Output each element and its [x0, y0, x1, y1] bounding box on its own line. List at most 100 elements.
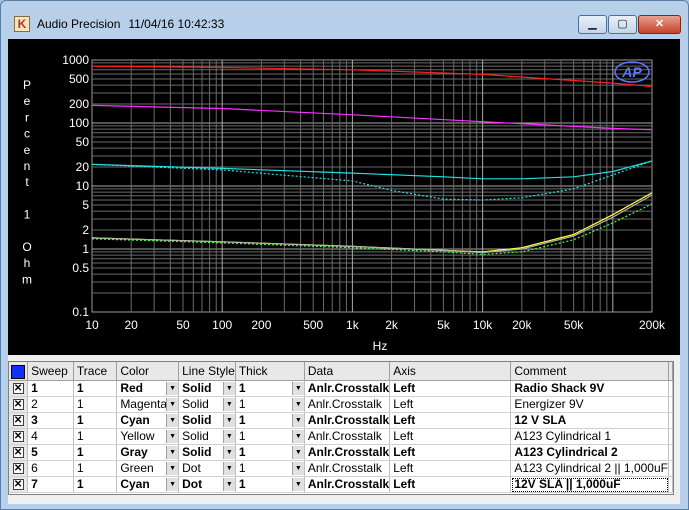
- cell-color[interactable]: Gray ▼: [116, 444, 180, 461]
- cell-data[interactable]: Anlr.Crosstalk: [304, 380, 391, 397]
- cell-sweep[interactable]: 6: [27, 460, 74, 477]
- graph-panel[interactable]: 1000 500 200 100 50 20 10 5 2 1 0.5 0.1 10 20 50 100 200…: [8, 39, 680, 355]
- maximize-button[interactable]: ▢: [608, 15, 637, 34]
- dropdown-arrow-icon[interactable]: ▼: [166, 446, 178, 459]
- column-header[interactable]: Trace: [73, 362, 118, 381]
- row-enable-cell[interactable]: ✕: [9, 476, 29, 493]
- dropdown-arrow-icon[interactable]: ▼: [222, 462, 235, 475]
- cell-color[interactable]: Magenta ▼: [116, 396, 180, 413]
- cell-thick[interactable]: 1 ▼: [235, 412, 305, 429]
- cell-axis[interactable]: Left: [389, 412, 512, 429]
- cell-data[interactable]: Anlr.Crosstalk: [304, 396, 391, 413]
- dropdown-arrow-icon[interactable]: ▼: [166, 398, 178, 411]
- cell-data[interactable]: Anlr.Crosstalk: [304, 460, 391, 477]
- cell-color[interactable]: Cyan ▼: [116, 476, 180, 493]
- cell-sweep[interactable]: 7: [27, 476, 74, 493]
- column-header[interactable]: Thick: [235, 362, 305, 381]
- cell-thick[interactable]: 1 ▼: [235, 476, 305, 493]
- row-enable-checkbox[interactable]: ✕: [12, 399, 24, 411]
- cell-axis[interactable]: Left: [389, 396, 512, 413]
- table-row[interactable]: ✕ 7 1 Cyan ▼ Dot ▼ 1 ▼ Anlr.Crosstalk Left 12V SLA …: [9, 476, 673, 493]
- column-header[interactable]: Axis: [389, 362, 512, 381]
- dropdown-arrow-icon[interactable]: ▼: [166, 414, 178, 427]
- table-row[interactable]: ✕ 6 1 Green ▼ Dot ▼ 1 ▼ Anlr.Crosstalk Left A123 Cy…: [9, 460, 673, 477]
- cell-axis[interactable]: Left: [389, 476, 512, 493]
- cell-comment[interactable]: A123 Cylindrical 2: [510, 444, 669, 461]
- column-header[interactable]: Line Style: [178, 362, 236, 381]
- minimize-button[interactable]: ▁: [578, 15, 607, 34]
- cell-data[interactable]: Anlr.Crosstalk: [304, 444, 391, 461]
- dropdown-arrow-icon[interactable]: ▼: [291, 398, 304, 411]
- cell-axis[interactable]: Left: [389, 460, 512, 477]
- row-enable-cell[interactable]: ✕: [9, 380, 29, 397]
- cell-thick[interactable]: 1 ▼: [235, 460, 305, 477]
- cell-comment[interactable]: 12V SLA || 1,000uF: [510, 476, 669, 493]
- table-row[interactable]: ✕ 5 1 Gray ▼ Solid ▼ 1 ▼ Anlr.Crosstalk Left A123 C…: [9, 444, 673, 461]
- cell-sweep[interactable]: 5: [27, 444, 74, 461]
- dropdown-arrow-icon[interactable]: ▼: [291, 462, 304, 475]
- cell-comment[interactable]: Energizer 9V: [510, 396, 669, 413]
- dropdown-arrow-icon[interactable]: ▼: [222, 430, 235, 443]
- table-row[interactable]: ✕ 1 1 Red ▼ Solid ▼ 1 ▼ Anlr.Crosstalk Left Radio S…: [9, 380, 673, 397]
- select-all-cell[interactable]: [9, 362, 29, 381]
- cell-trace[interactable]: 1: [73, 476, 118, 493]
- dropdown-arrow-icon[interactable]: ▼: [222, 446, 235, 459]
- title-bar[interactable]: K Audio Precision 11/04/16 10:42:33 ▁ ▢ ✕: [1, 1, 688, 34]
- cell-trace[interactable]: 1: [73, 460, 118, 477]
- table-row[interactable]: ✕ 4 1 Yellow ▼ Solid ▼ 1 ▼ Anlr.Crosstalk Left A123…: [9, 428, 673, 445]
- close-button[interactable]: ✕: [638, 15, 681, 34]
- cell-trace[interactable]: 1: [73, 380, 118, 397]
- cell-comment[interactable]: A123 Cylindrical 1: [510, 428, 669, 445]
- dropdown-arrow-icon[interactable]: ▼: [291, 430, 304, 443]
- dropdown-arrow-icon[interactable]: ▼: [222, 414, 235, 427]
- cell-thick[interactable]: 1 ▼: [235, 396, 305, 413]
- dropdown-arrow-icon[interactable]: ▼: [222, 382, 235, 395]
- cell-comment[interactable]: 12 V SLA: [510, 412, 669, 429]
- cell-style[interactable]: Solid ▼: [178, 428, 236, 445]
- cell-style[interactable]: Dot ▼: [178, 460, 236, 477]
- dropdown-arrow-icon[interactable]: ▼: [222, 398, 235, 411]
- cell-axis[interactable]: Left: [389, 428, 512, 445]
- row-enable-checkbox[interactable]: ✕: [12, 447, 24, 459]
- row-enable-cell[interactable]: ✕: [9, 412, 29, 429]
- dropdown-arrow-icon[interactable]: ▼: [222, 478, 235, 491]
- cell-thick[interactable]: 1 ▼: [235, 444, 305, 461]
- select-all-icon[interactable]: [11, 364, 26, 379]
- dropdown-arrow-icon[interactable]: ▼: [166, 382, 178, 395]
- table-row[interactable]: ✕ 2 1 Magenta ▼ Solid ▼ 1 ▼ Anlr.Crosstalk Left Ene…: [9, 396, 673, 413]
- cell-thick[interactable]: 1 ▼: [235, 380, 305, 397]
- cell-trace[interactable]: 1: [73, 396, 118, 413]
- dropdown-arrow-icon[interactable]: ▼: [166, 430, 178, 443]
- row-enable-cell[interactable]: ✕: [9, 460, 29, 477]
- row-enable-checkbox[interactable]: ✕: [12, 383, 24, 395]
- cell-style[interactable]: Dot ▼: [178, 476, 236, 493]
- cell-style[interactable]: Solid ▼: [178, 444, 236, 461]
- cell-color[interactable]: Cyan ▼: [116, 412, 180, 429]
- dropdown-arrow-icon[interactable]: ▼: [166, 478, 178, 491]
- row-enable-cell[interactable]: ✕: [9, 396, 29, 413]
- cell-color[interactable]: Red ▼: [116, 380, 180, 397]
- row-enable-checkbox[interactable]: ✕: [12, 479, 24, 491]
- column-header[interactable]: Data: [304, 362, 391, 381]
- cell-color[interactable]: Yellow ▼: [116, 428, 180, 445]
- cell-style[interactable]: Solid ▼: [178, 380, 236, 397]
- cell-trace[interactable]: 1: [73, 428, 118, 445]
- crosstalk-chart[interactable]: 10005002001005020105210.50.110 20 50 100 200…: [8, 39, 680, 355]
- column-header[interactable]: Color: [116, 362, 180, 381]
- cell-comment[interactable]: A123 Cylindrical 2 || 1,000uF: [510, 460, 669, 477]
- table-row[interactable]: ✕ 3 1 Cyan ▼ Solid ▼ 1 ▼ Anlr.Crosstalk Left 12 V S…: [9, 412, 673, 429]
- cell-axis[interactable]: Left: [389, 380, 512, 397]
- cell-axis[interactable]: Left: [389, 444, 512, 461]
- row-enable-cell[interactable]: ✕: [9, 444, 29, 461]
- row-enable-checkbox[interactable]: ✕: [12, 415, 24, 427]
- row-enable-cell[interactable]: ✕: [9, 428, 29, 445]
- row-enable-checkbox[interactable]: ✕: [12, 431, 24, 443]
- dropdown-arrow-icon[interactable]: ▼: [291, 382, 304, 395]
- column-header[interactable]: Comment: [510, 362, 669, 381]
- dropdown-arrow-icon[interactable]: ▼: [291, 478, 304, 491]
- dropdown-arrow-icon[interactable]: ▼: [166, 462, 178, 475]
- cell-data[interactable]: Anlr.Crosstalk: [304, 428, 391, 445]
- row-enable-checkbox[interactable]: ✕: [12, 463, 24, 475]
- cell-data[interactable]: Anlr.Crosstalk: [304, 476, 391, 493]
- dropdown-arrow-icon[interactable]: ▼: [291, 446, 304, 459]
